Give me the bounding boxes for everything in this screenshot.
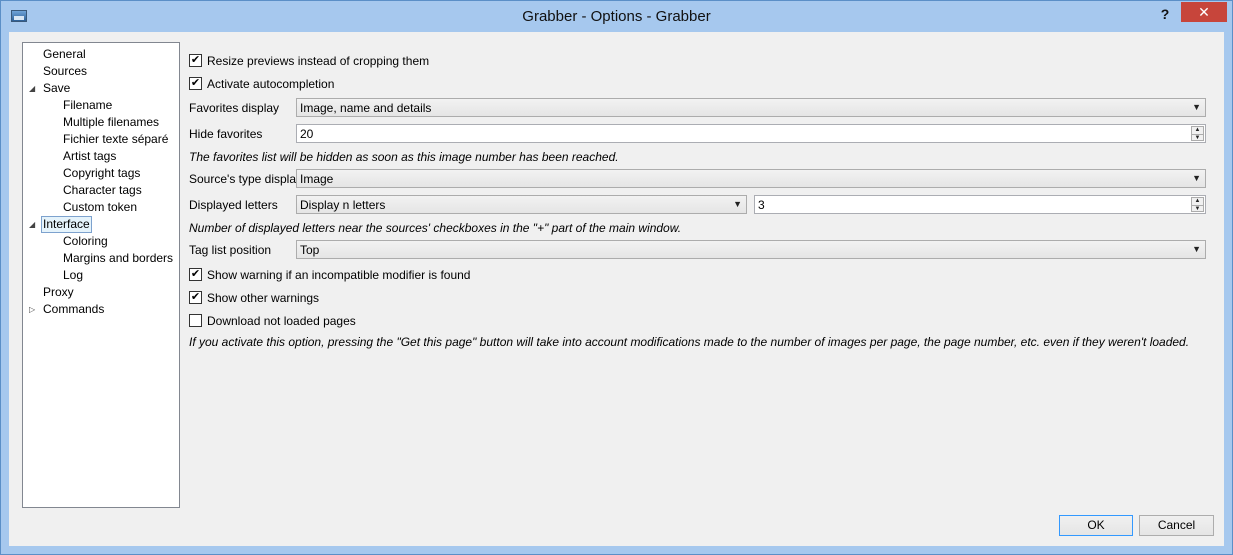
displayed-letters-spinbox[interactable]: 3 ▲ ▼ (754, 195, 1206, 214)
dropdown-arrow-icon: ▼ (1192, 173, 1201, 183)
dialog-body: General Sources ◢ Save Filename Multiple… (9, 32, 1224, 546)
resize-previews-label: Resize previews instead of cropping them (207, 54, 430, 68)
favorites-display-select[interactable]: Image, name and details ▼ (296, 98, 1206, 117)
tree-item-fichier-texte-separe[interactable]: Fichier texte séparé (63, 131, 168, 148)
title-bar[interactable]: Grabber - Options - Grabber ? ✕ (1, 1, 1232, 32)
tree-item-interface[interactable]: Interface (41, 216, 92, 233)
displayed-letters-label: Displayed letters (189, 198, 278, 212)
spin-buttons: ▲ ▼ (1191, 126, 1204, 141)
spin-buttons: ▲ ▼ (1191, 197, 1204, 212)
tree-item-commands[interactable]: Commands (43, 301, 104, 318)
favorites-display-value: Image, name and details (300, 101, 432, 115)
tree-item-filename[interactable]: Filename (63, 97, 112, 114)
displayed-letters-hint: Number of displayed letters near the sou… (189, 221, 682, 235)
tree-item-general[interactable]: General (43, 46, 86, 63)
dropdown-arrow-icon: ▼ (1192, 102, 1201, 112)
hide-favorites-label: Hide favorites (189, 127, 263, 141)
tree-item-artist-tags[interactable]: Artist tags (63, 148, 116, 165)
hide-favorites-spinbox[interactable]: 20 ▲ ▼ (296, 124, 1206, 143)
download-not-loaded-checkbox[interactable] (189, 314, 202, 327)
spin-up-icon[interactable]: ▲ (1192, 127, 1203, 134)
options-window: Grabber - Options - Grabber ? ✕ General … (0, 0, 1233, 555)
other-warnings-label: Show other warnings (207, 291, 320, 305)
tree-item-multiple-filenames[interactable]: Multiple filenames (63, 114, 159, 131)
tree-item-custom-token[interactable]: Custom token (63, 199, 137, 216)
displayed-letters-mode-value: Display n letters (300, 198, 386, 212)
autocompletion-label: Activate autocompletion (207, 77, 335, 91)
source-type-display-select[interactable]: Image ▼ (296, 169, 1206, 188)
collapsed-arrow-icon[interactable]: ▷ (29, 301, 35, 318)
tag-list-position-label: Tag list position (189, 243, 272, 257)
hide-favorites-hint: The favorites list will be hidden as soo… (189, 150, 619, 164)
spin-up-icon[interactable]: ▲ (1192, 198, 1203, 205)
tree-item-coloring[interactable]: Coloring (63, 233, 108, 250)
interface-settings-panel: ✔ Resize previews instead of cropping th… (189, 42, 1224, 546)
tree-item-sources[interactable]: Sources (43, 63, 87, 80)
favorites-display-label: Favorites display (189, 101, 280, 115)
spin-down-icon[interactable]: ▼ (1192, 205, 1203, 212)
tag-list-position-select[interactable]: Top ▼ (296, 240, 1206, 259)
window-title: Grabber - Options - Grabber (522, 8, 711, 25)
hide-favorites-value: 20 (300, 127, 314, 141)
tree-item-log[interactable]: Log (63, 267, 83, 284)
spin-down-icon[interactable]: ▼ (1192, 134, 1203, 141)
download-not-loaded-label: Download not loaded pages (207, 314, 356, 328)
resize-previews-checkbox[interactable]: ✔ (189, 54, 202, 67)
tag-list-position-value: Top (300, 243, 320, 257)
tree-item-margins-and-borders[interactable]: Margins and borders (63, 250, 173, 267)
dropdown-arrow-icon: ▼ (733, 199, 742, 209)
autocompletion-checkbox[interactable]: ✔ (189, 77, 202, 90)
ok-button[interactable]: OK (1059, 515, 1133, 536)
displayed-letters-value: 3 (758, 198, 765, 212)
close-button[interactable]: ✕ (1181, 2, 1227, 22)
download-not-loaded-hint: If you activate this option, pressing th… (189, 335, 1190, 349)
source-type-display-label: Source's type display (189, 172, 303, 186)
tree-item-copyright-tags[interactable]: Copyright tags (63, 165, 140, 182)
tree-item-save[interactable]: Save (43, 80, 70, 97)
dropdown-arrow-icon: ▼ (1192, 244, 1201, 254)
incompatible-modifier-label: Show warning if an incompatible modifier… (207, 268, 471, 282)
source-type-display-value: Image (300, 172, 334, 186)
displayed-letters-mode-select[interactable]: Display n letters ▼ (296, 195, 747, 214)
other-warnings-checkbox[interactable]: ✔ (189, 291, 202, 304)
cancel-button[interactable]: Cancel (1139, 515, 1214, 536)
tree-item-proxy[interactable]: Proxy (43, 284, 74, 301)
tree-item-character-tags[interactable]: Character tags (63, 182, 142, 199)
help-button[interactable]: ? (1155, 4, 1175, 24)
options-tree[interactable]: General Sources ◢ Save Filename Multiple… (22, 42, 180, 508)
incompatible-modifier-checkbox[interactable]: ✔ (189, 268, 202, 281)
expanded-arrow-icon[interactable]: ◢ (29, 216, 35, 233)
expanded-arrow-icon[interactable]: ◢ (29, 80, 35, 97)
